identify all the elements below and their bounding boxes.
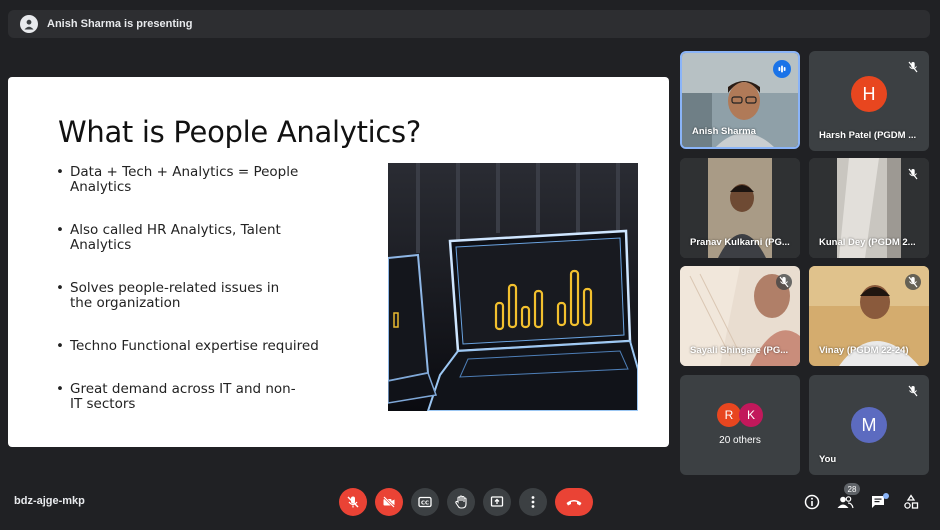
participant-name: Anish Sharma [692, 126, 756, 137]
leave-call-button[interactable] [555, 488, 593, 516]
participant-name: Harsh Patel (PGDM ... [819, 130, 917, 141]
activities-icon [904, 494, 919, 509]
slide-bullet: Also called HR Analytics, Talent Analyti… [56, 223, 346, 253]
mic-off-icon [347, 496, 359, 508]
info-icon [804, 494, 820, 510]
slide-title: What is People Analytics? [58, 115, 421, 149]
mic-off-icon [776, 274, 792, 290]
presentation-slide: What is People Analytics? Data + Tech + … [8, 77, 669, 447]
participant-tile-pranav[interactable]: Pranav Kulkarni (PG... [680, 158, 800, 258]
present-screen-icon [490, 496, 504, 507]
slide-bullets: Data + Tech + Analytics = People Analyti… [56, 165, 346, 412]
presenter-avatar [20, 15, 38, 33]
captions-button[interactable]: CC [411, 488, 439, 516]
more-vert-icon [531, 496, 535, 508]
participant-name: You [819, 454, 837, 465]
raise-hand-button[interactable] [447, 488, 475, 516]
slide-bullet: Solves people-related issues in the orga… [56, 281, 296, 311]
mic-off-icon [905, 59, 921, 75]
more-options-button[interactable] [519, 488, 547, 516]
meet-window: Anish Sharma is presenting What is Peopl… [0, 0, 940, 530]
people-icon [837, 496, 854, 509]
slide-bullet: Great demand across IT and non-IT sector… [56, 382, 296, 412]
others-avatars: R K [717, 403, 763, 427]
hang-up-icon [566, 500, 582, 506]
activities-button[interactable] [899, 490, 923, 514]
participant-tile-vinay[interactable]: Vinay (PGDM 22-24) [809, 266, 929, 366]
meeting-code: bdz-ajge-mkp [14, 495, 85, 507]
people-count-badge: 28 [844, 483, 860, 495]
participant-avatar: M [851, 407, 887, 443]
mic-off-icon [905, 383, 921, 399]
participant-tile-others[interactable]: R K 20 others [680, 375, 800, 475]
participant-name: Vinay (PGDM 22-24) [819, 345, 909, 356]
slide-bullet: Data + Tech + Analytics = People Analyti… [56, 165, 346, 195]
camera-off-icon [383, 496, 395, 508]
meeting-details-button[interactable] [800, 490, 824, 514]
participant-avatar: R [717, 403, 741, 427]
present-now-button[interactable] [483, 488, 511, 516]
mic-toggle-button[interactable] [339, 488, 367, 516]
laptop-analytics-image [388, 163, 638, 411]
participant-name: Pranav Kulkarni (PG... [690, 237, 790, 248]
svg-text:CC: CC [421, 501, 429, 507]
others-count-label: 20 others [719, 435, 761, 446]
closed-captions-icon: CC [418, 496, 432, 508]
participant-tile-sayali[interactable]: Sayali Shingare (PG... [680, 266, 800, 366]
mic-off-icon [905, 166, 921, 182]
raise-hand-icon [455, 495, 467, 509]
participant-name: Sayali Shingare (PG... [690, 345, 789, 356]
slide-bullet: Techno Functional expertise required [56, 339, 346, 355]
participant-avatar: K [739, 403, 763, 427]
presenting-banner: Anish Sharma is presenting [8, 10, 930, 38]
participant-name: Kunal Dey (PGDM 2... [819, 237, 916, 248]
speaking-indicator-icon [773, 60, 791, 78]
participant-tile-you[interactable]: M You [809, 375, 929, 475]
chat-notification-dot [883, 493, 889, 499]
presenting-text: Anish Sharma is presenting [47, 18, 193, 30]
participant-tile-anish[interactable]: Anish Sharma [680, 51, 800, 149]
participant-avatar: H [851, 76, 887, 112]
participant-tile-kunal[interactable]: Kunal Dey (PGDM 2... [809, 158, 929, 258]
mic-off-icon [905, 274, 921, 290]
participant-tile-harsh[interactable]: H Harsh Patel (PGDM ... [809, 51, 929, 151]
camera-toggle-button[interactable] [375, 488, 403, 516]
